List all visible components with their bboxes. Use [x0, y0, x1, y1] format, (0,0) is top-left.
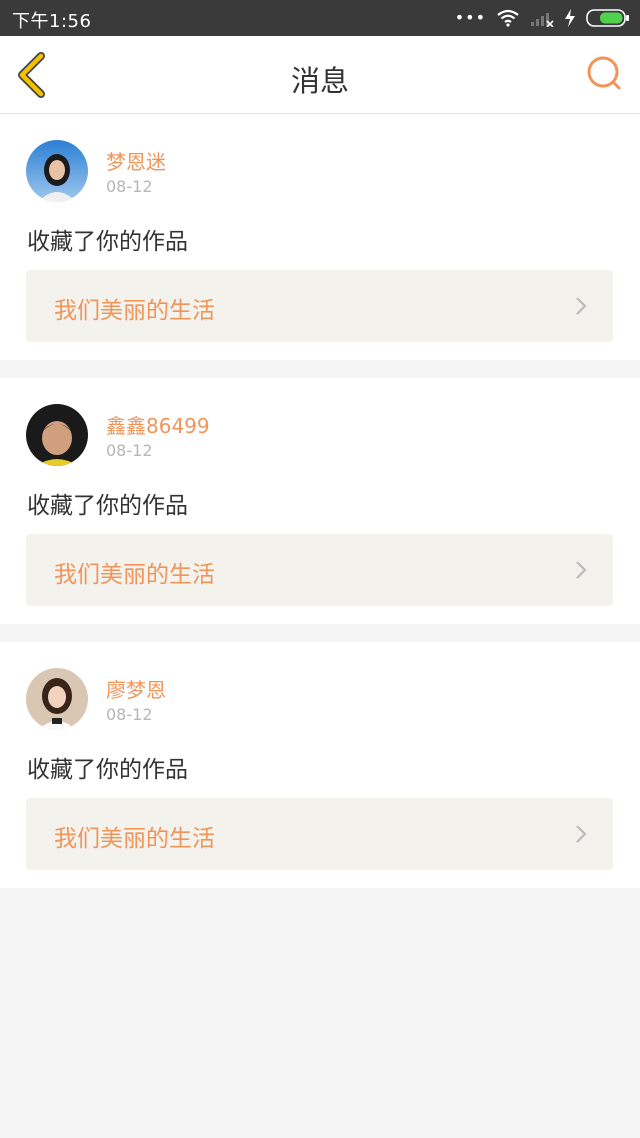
work-link[interactable]: 我们美丽的生活 — [26, 798, 613, 870]
work-title: 我们美丽的生活 — [54, 826, 215, 852]
navigation-bar: 消息 — [0, 36, 640, 114]
status-icons: ••• — [455, 6, 630, 30]
username[interactable]: 廖梦恩 — [106, 674, 166, 703]
notification-card: 鑫鑫86499 08-12 收藏了你的作品 我们美丽的生活 — [0, 378, 640, 624]
avatar[interactable] — [26, 404, 88, 466]
chevron-right-icon — [576, 561, 587, 579]
status-time: 下午1:56 — [12, 11, 92, 32]
charging-icon — [565, 9, 575, 27]
status-bar: 下午1:56 ••• — [0, 0, 640, 36]
notification-date: 08-12 — [106, 177, 153, 196]
work-link[interactable]: 我们美丽的生活 — [26, 534, 613, 606]
username[interactable]: 梦恩迷 — [106, 146, 166, 175]
username[interactable]: 鑫鑫86499 — [106, 410, 210, 439]
chevron-right-icon — [576, 825, 587, 843]
action-text: 收藏了你的作品 — [27, 493, 188, 519]
page-title: 消息 — [290, 64, 349, 98]
signal-icon — [531, 13, 554, 27]
notification-card: 廖梦恩 08-12 收藏了你的作品 我们美丽的生活 — [0, 642, 640, 888]
wifi-icon — [497, 9, 519, 27]
more-dots-icon: ••• — [454, 8, 486, 27]
work-link[interactable]: 我们美丽的生活 — [26, 270, 613, 342]
avatar[interactable] — [26, 140, 88, 202]
action-text: 收藏了你的作品 — [27, 229, 188, 255]
action-text: 收藏了你的作品 — [27, 757, 188, 783]
chevron-right-icon — [576, 297, 587, 315]
avatar[interactable] — [26, 668, 88, 730]
notification-date: 08-12 — [106, 705, 153, 724]
notification-date: 08-12 — [106, 441, 153, 460]
search-icon[interactable] — [584, 54, 624, 94]
work-title: 我们美丽的生活 — [54, 298, 215, 324]
battery-icon — [586, 9, 629, 27]
notification-card: 梦恩迷 08-12 收藏了你的作品 我们美丽的生活 — [0, 114, 640, 360]
work-title: 我们美丽的生活 — [54, 562, 215, 588]
